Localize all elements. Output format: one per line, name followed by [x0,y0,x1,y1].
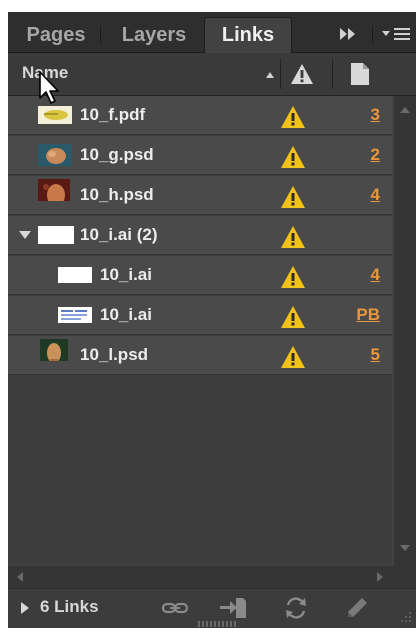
scroll-up-arrow-icon[interactable] [399,106,411,114]
tab-divider [100,26,101,44]
go-to-link-icon[interactable] [218,595,248,621]
disclosure-triangle-expanded-icon[interactable] [18,230,32,240]
panel-resize-grip[interactable] [198,621,238,627]
link-count: 6 Links [40,597,99,616]
missing-link-warning-icon[interactable] [280,145,306,169]
link-name: 10_i.ai [100,305,152,324]
text-thumbnail-icon [58,307,92,323]
sort-ascending-icon[interactable] [265,71,275,79]
tab-divider [372,26,373,44]
missing-link-warning-icon[interactable] [280,305,306,329]
tab-pages[interactable]: Pages [12,18,100,52]
photo-thumbnail-icon [38,144,72,166]
link-page-number[interactable]: 3 [344,105,380,125]
tab-layers[interactable]: Layers [104,18,204,52]
link-page-number[interactable]: 2 [344,145,380,165]
panel-menu-icon [382,28,410,40]
tab-links[interactable]: Links [204,17,292,54]
missing-link-warning-icon[interactable] [280,225,306,249]
column-divider [280,59,281,89]
column-divider [332,59,333,89]
mouse-pointer-icon [39,71,59,104]
edit-original-pencil-icon[interactable] [344,595,370,621]
photo-thumbnail-icon [38,179,70,201]
vertical-scrollbar[interactable] [394,96,416,566]
link-group-row[interactable]: 10_i.ai (2) [8,216,392,255]
link-name: 10_l.psd [80,345,149,364]
links-panel: Pages Layers Links Name 10_f.pdf 3 10_g.… [8,12,416,628]
panel-tab-bar: Pages Layers Links [8,12,416,54]
relink-chain-icon[interactable] [160,595,190,621]
link-name: 10_f.pdf [80,105,146,124]
horizontal-scrollbar[interactable] [8,566,394,588]
missing-link-warning-icon[interactable] [280,105,306,129]
double-arrow-right-icon [340,28,355,40]
link-row[interactable]: 10_l.psd 5 [8,336,392,375]
link-name: 10_i.ai [100,265,152,284]
link-row[interactable]: 10_g.psd 2 [8,136,392,175]
link-page-number[interactable]: PB [344,305,380,325]
panel-menu-button[interactable] [380,24,414,44]
pdf-thumbnail-icon [38,106,72,124]
missing-link-warning-icon[interactable] [280,265,306,289]
page-column-document-icon[interactable] [349,62,371,86]
link-name: 10_i.ai (2) [80,225,158,244]
link-row[interactable]: 10_h.psd 4 [8,176,392,215]
status-column-warning-icon[interactable] [290,62,314,86]
scrollbar-corner [394,566,416,588]
update-link-icon[interactable] [282,595,310,621]
missing-link-warning-icon[interactable] [280,185,306,209]
panel-footer: 6 Links [8,588,416,628]
link-row[interactable]: 10_f.pdf 3 [8,96,392,135]
column-header: Name [8,53,416,96]
link-name: 10_h.psd [80,185,154,204]
collapse-panel-button[interactable] [334,22,364,46]
link-name: 10_g.psd [80,145,154,164]
link-page-number[interactable]: 4 [344,185,380,205]
link-child-row[interactable]: 10_i.ai 4 [8,256,392,295]
scroll-left-arrow-icon[interactable] [16,571,24,583]
scroll-down-arrow-icon[interactable] [399,544,411,552]
missing-link-warning-icon[interactable] [280,345,306,369]
resize-corner-icon[interactable] [400,611,412,623]
ai-thumbnail-icon [58,267,92,283]
scroll-right-arrow-icon[interactable] [376,571,384,583]
link-page-number[interactable]: 4 [344,265,380,285]
disclosure-triangle-collapsed-icon[interactable] [20,601,30,615]
ai-thumbnail-icon [38,226,74,244]
link-child-row[interactable]: 10_i.ai PB [8,296,392,335]
links-list: 10_f.pdf 3 10_g.psd 2 10_h.psd 4 10_i.ai… [8,96,392,566]
photo-thumbnail-icon [40,339,68,361]
link-page-number[interactable]: 5 [344,345,380,365]
